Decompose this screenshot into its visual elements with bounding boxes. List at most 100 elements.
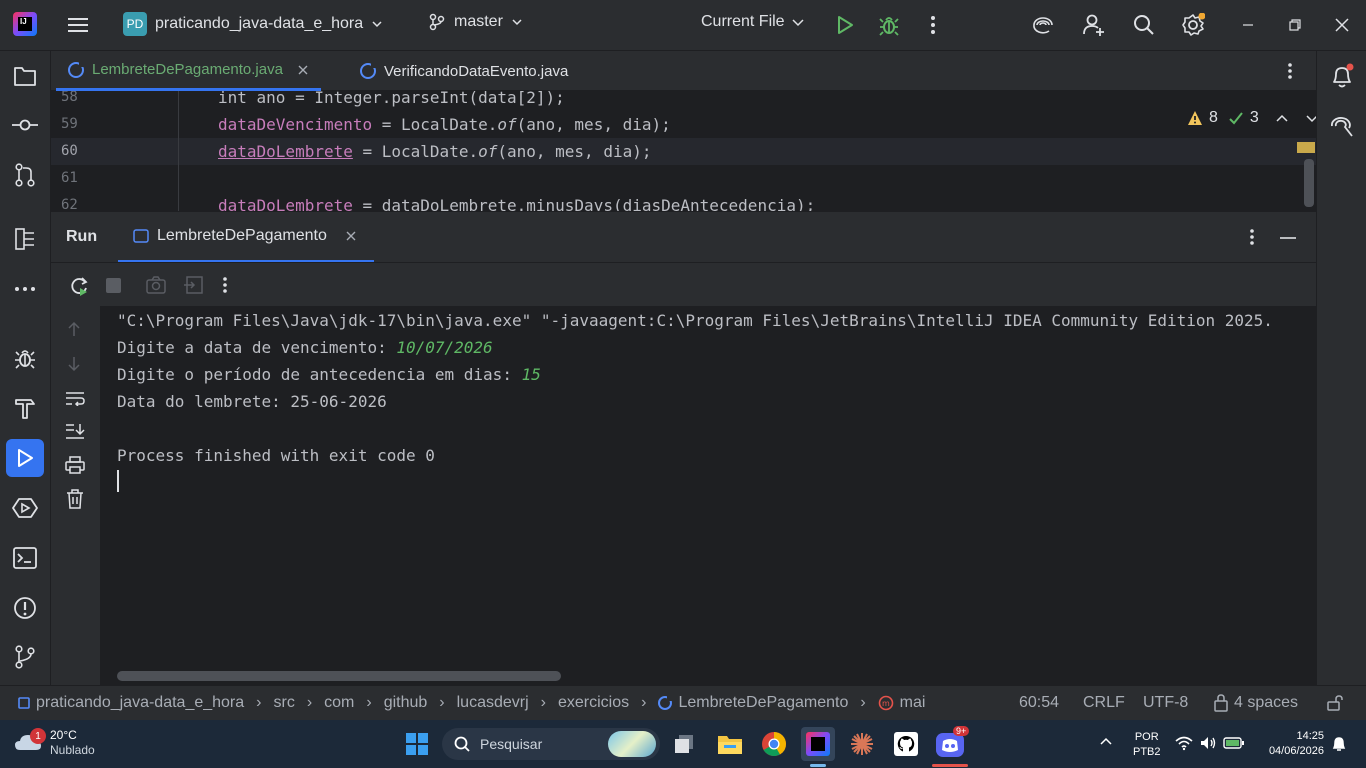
scroll-to-end-icon[interactable] xyxy=(65,422,85,440)
line-number: 59 xyxy=(61,116,78,132)
breadcrumb-item[interactable]: praticando_java-data_e_hora xyxy=(36,694,244,712)
tabs-more-icon[interactable] xyxy=(1278,59,1302,83)
github-desktop-icon[interactable] xyxy=(889,727,923,761)
code-line: dataDoLembrete = dataDoLembrete.minusDay… xyxy=(218,192,815,211)
pull-requests-icon[interactable] xyxy=(12,162,38,188)
hide-panel-icon[interactable] xyxy=(1279,236,1297,240)
project-folder-icon[interactable] xyxy=(12,63,38,89)
file-explorer-icon[interactable] xyxy=(713,727,747,761)
structure-icon[interactable] xyxy=(12,226,38,252)
breadcrumb-item[interactable]: lucasdevrj xyxy=(457,694,529,712)
run-tab[interactable]: LembreteDePagamento xyxy=(118,212,374,263)
problems-icon[interactable] xyxy=(12,595,38,621)
rerun-icon[interactable] xyxy=(69,276,89,296)
console-line: Data do lembrete: 25-06-2026 xyxy=(117,392,387,411)
search-icon[interactable] xyxy=(1132,13,1156,37)
git-icon[interactable] xyxy=(12,644,38,670)
print-icon[interactable] xyxy=(65,456,85,474)
run-tool-icon[interactable] xyxy=(6,439,44,477)
run-configuration-selector[interactable]: Current File xyxy=(701,13,805,31)
horizontal-scrollbar[interactable] xyxy=(117,671,561,681)
attention-indicator xyxy=(932,764,968,767)
code-editor[interactable]: 58 int ano = Integer.parseInt(data[2]); … xyxy=(51,91,1316,211)
add-user-icon[interactable] xyxy=(1082,13,1106,37)
run-config-label: Current File xyxy=(701,13,785,30)
caret-position[interactable]: 60:54 xyxy=(1019,694,1059,712)
claude-icon[interactable] xyxy=(845,727,879,761)
error-stripe-marker[interactable] xyxy=(1297,142,1315,153)
task-view-icon[interactable] xyxy=(667,727,701,761)
method-name: of xyxy=(497,115,517,134)
debug-tool-icon[interactable] xyxy=(12,345,38,371)
ai-assistant-icon[interactable] xyxy=(1031,13,1055,37)
java-class-icon xyxy=(658,695,674,710)
breadcrumb-item[interactable]: src xyxy=(273,694,294,712)
indent-setting[interactable]: 4 spaces xyxy=(1213,694,1298,712)
project-selector[interactable]: PD praticando_java-data_e_hora xyxy=(123,12,383,36)
breadcrumb-item[interactable]: github xyxy=(384,694,428,712)
services-icon[interactable] xyxy=(12,495,38,521)
scroll-down-arrow-icon[interactable] xyxy=(67,356,81,372)
clear-trash-icon[interactable] xyxy=(66,489,84,509)
branch-selector[interactable]: master xyxy=(428,13,523,31)
clock[interactable]: 14:25 04/06/2026 xyxy=(1256,729,1324,759)
chevron-down-icon[interactable] xyxy=(1305,111,1316,125)
terminal-icon[interactable] xyxy=(12,545,38,571)
console-command-line: "C:\Program Files\Java\jdk-17\bin\java.e… xyxy=(117,311,1273,330)
text-caret xyxy=(117,470,119,492)
editor-scrollbar[interactable] xyxy=(1304,159,1314,207)
scroll-up-arrow-icon[interactable] xyxy=(67,321,81,337)
project-name: praticando_java-data_e_hora xyxy=(155,15,364,32)
run-icon[interactable] xyxy=(833,13,857,37)
more-actions-icon[interactable] xyxy=(921,13,945,37)
chrome-icon[interactable] xyxy=(757,727,791,761)
branch-name: master xyxy=(454,13,503,30)
build-hammer-icon[interactable] xyxy=(12,395,38,421)
chevron-up-icon[interactable] xyxy=(1275,111,1289,125)
system-tray[interactable] xyxy=(1175,735,1245,751)
settings-gear-icon[interactable] xyxy=(1181,13,1205,37)
line-separator[interactable]: CRLF xyxy=(1083,694,1125,712)
notification-center-icon[interactable] xyxy=(1332,736,1346,752)
intellij-taskbar-icon[interactable] xyxy=(801,727,835,761)
breadcrumb-item[interactable]: exercicios xyxy=(558,694,629,712)
battery-icon xyxy=(1223,737,1244,749)
indent-label: 4 spaces xyxy=(1234,694,1299,711)
chevron-down-icon xyxy=(372,21,382,28)
ai-chat-icon[interactable] xyxy=(1329,113,1355,139)
run-panel-options-icon[interactable] xyxy=(1249,228,1255,246)
console-output[interactable]: "C:\Program Files\Java\jdk-17\bin\java.e… xyxy=(100,306,1316,685)
show-hidden-icons-chevron-icon[interactable] xyxy=(1099,736,1113,746)
run-more-icon[interactable] xyxy=(222,276,228,294)
main-menu-button[interactable] xyxy=(66,13,90,37)
notifications-bell-icon[interactable] xyxy=(1329,63,1355,89)
discord-icon[interactable]: 9+ xyxy=(933,726,970,761)
tab-lembrete-de-pagamento[interactable]: LembreteDePagamento.java xyxy=(56,51,321,91)
breadcrumb-item[interactable]: LembreteDePagamento xyxy=(678,694,848,712)
restore-layout-icon[interactable] xyxy=(183,276,203,294)
debug-icon[interactable] xyxy=(877,13,901,37)
windows-start-icon[interactable] xyxy=(400,727,434,761)
close-tab-icon[interactable] xyxy=(297,64,309,76)
weather-widget[interactable]: 1 20°C Nublado xyxy=(14,728,95,758)
java-class-icon xyxy=(68,60,85,78)
breadcrumb-item[interactable]: com xyxy=(324,694,354,712)
minimize-window-icon[interactable] xyxy=(1236,13,1260,37)
restore-window-icon[interactable] xyxy=(1283,13,1307,37)
code-line: int ano = Integer.parseInt(data[2]); xyxy=(218,91,565,107)
soft-wrap-icon[interactable] xyxy=(65,390,85,406)
stop-icon[interactable] xyxy=(106,278,121,293)
readonly-lock-icon[interactable] xyxy=(1327,695,1343,711)
breadcrumb-separator: › xyxy=(641,694,647,711)
tab-verificando-data-evento[interactable]: VerificandoDataEvento.java xyxy=(348,51,580,91)
file-encoding[interactable]: UTF-8 xyxy=(1143,694,1188,712)
more-tools-icon[interactable] xyxy=(12,276,38,302)
input-language-indicator[interactable]: POR PTB2 xyxy=(1133,730,1161,760)
screenshot-camera-icon[interactable] xyxy=(146,276,166,294)
breadcrumb-item[interactable]: mai xyxy=(900,694,926,712)
inspections-widget[interactable]: 8 3 xyxy=(1187,109,1316,127)
commit-icon[interactable] xyxy=(12,112,38,138)
taskbar-search[interactable]: Pesquisar xyxy=(442,728,660,760)
close-window-icon[interactable] xyxy=(1330,13,1354,37)
close-tab-icon[interactable] xyxy=(345,230,357,242)
